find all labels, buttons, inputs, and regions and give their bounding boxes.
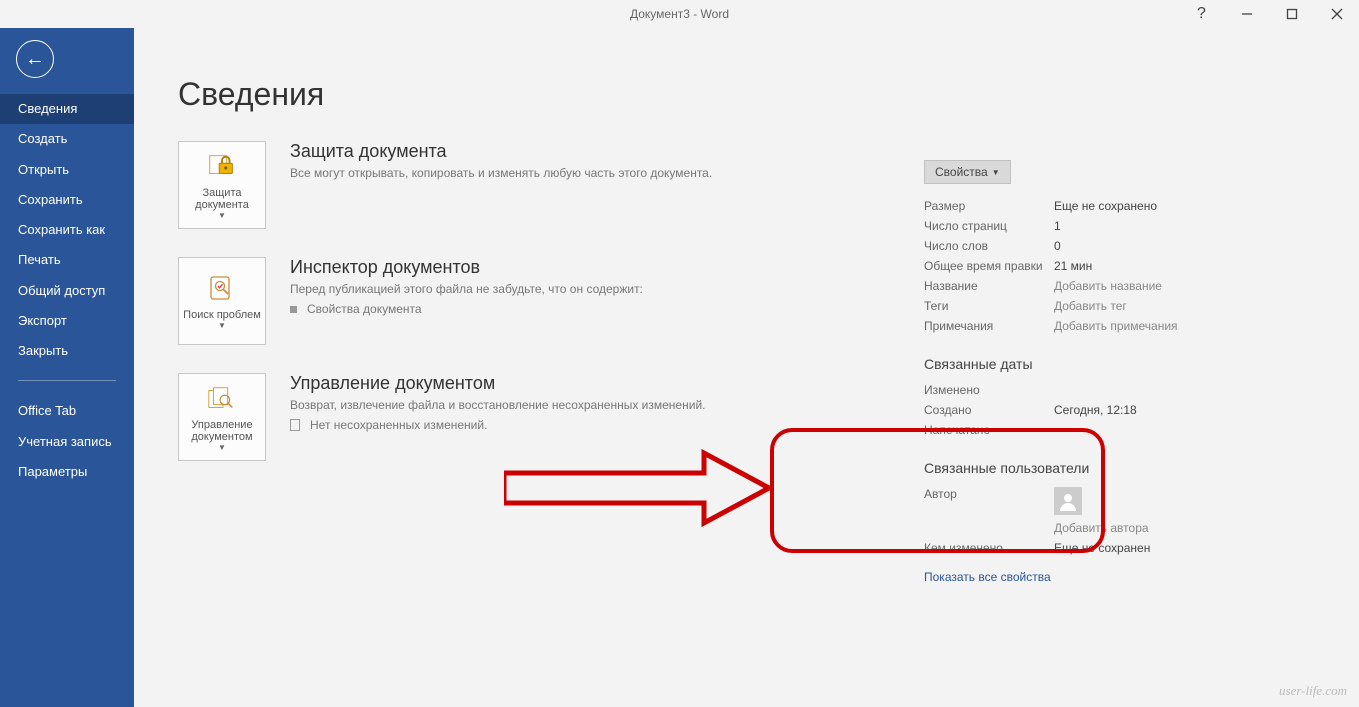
protect-title: Защита документа <box>290 141 770 162</box>
manage-desc: Возврат, извлечение файла и восстановлен… <box>290 398 770 412</box>
sidebar-item-print[interactable]: Печать <box>0 245 134 275</box>
prop-author-label: Автор <box>924 487 1054 501</box>
sidebar-item-save[interactable]: Сохранить <box>0 185 134 215</box>
inspect-bullet: Свойства документа <box>290 302 770 316</box>
lock-shield-icon <box>206 151 238 183</box>
prop-tags-value[interactable]: Добавить тег <box>1054 299 1127 313</box>
prop-created-value: Сегодня, 12:18 <box>1054 403 1137 417</box>
prop-printed-label: Напечатано <box>924 423 1054 437</box>
prop-words-value: 0 <box>1054 239 1061 253</box>
related-dates-title: Связанные даты <box>924 356 1244 372</box>
manage-bullet: Нет несохраненных изменений. <box>290 418 770 432</box>
help-button[interactable]: ? <box>1179 0 1224 28</box>
sidebar-item-close[interactable]: Закрыть <box>0 336 134 366</box>
prop-title-label: Название <box>924 279 1054 293</box>
prop-comments-label: Примечания <box>924 319 1054 333</box>
related-people-title: Связанные пользователи <box>924 460 1244 476</box>
properties-dropdown[interactable]: Свойства ▼ <box>924 160 1011 184</box>
sidebar-item-export[interactable]: Экспорт <box>0 306 134 336</box>
prop-title-value[interactable]: Добавить название <box>1054 279 1162 293</box>
prop-pages-label: Число страниц <box>924 219 1054 233</box>
tile-label: Управление документом <box>183 419 261 443</box>
properties-panel: Свойства ▼ РазмерЕще не сохранено Число … <box>924 160 1244 584</box>
prop-lastmodby-value: Еще не сохранен <box>1054 541 1150 555</box>
prop-pages-value: 1 <box>1054 219 1061 233</box>
prop-size-label: Размер <box>924 199 1054 213</box>
backstage-sidebar: ← Сведения Создать Открыть Сохранить Сох… <box>0 28 134 707</box>
chevron-down-icon: ▼ <box>218 321 226 330</box>
chevron-down-icon: ▼ <box>218 211 226 220</box>
prop-created-label: Создано <box>924 403 1054 417</box>
sidebar-item-officetab[interactable]: Office Tab <box>0 396 134 426</box>
sidebar-item-saveas[interactable]: Сохранить как <box>0 215 134 245</box>
watermark-text: user-life.com <box>1279 683 1347 699</box>
protect-desc: Все могут открывать, копировать и изменя… <box>290 166 770 180</box>
avatar-placeholder-icon <box>1054 487 1082 515</box>
inspect-desc: Перед публикацией этого файла не забудьт… <box>290 282 770 296</box>
prop-lastmodby-label: Кем изменено <box>924 541 1054 555</box>
protect-document-button[interactable]: Защита документа ▼ <box>178 141 266 229</box>
sidebar-item-open[interactable]: Открыть <box>0 155 134 185</box>
minimize-button[interactable] <box>1224 0 1269 28</box>
show-all-properties-link[interactable]: Показать все свойства <box>924 570 1244 584</box>
prop-tags-label: Теги <box>924 299 1054 313</box>
sidebar-item-share[interactable]: Общий доступ <box>0 276 134 306</box>
prop-size-value: Еще не сохранено <box>1054 199 1157 213</box>
check-issues-button[interactable]: Поиск проблем ▼ <box>178 257 266 345</box>
inspect-icon <box>206 273 238 305</box>
window-title: Документ3 - Word <box>630 7 729 21</box>
title-bar: Документ3 - Word ? <box>0 0 1359 28</box>
sidebar-item-options[interactable]: Параметры <box>0 457 134 487</box>
close-button[interactable] <box>1314 0 1359 28</box>
add-author-link[interactable]: Добавить автора <box>1054 521 1149 535</box>
sidebar-item-info[interactable]: Сведения <box>0 94 134 124</box>
arrow-left-icon: ← <box>25 49 45 69</box>
chevron-down-icon: ▼ <box>992 168 1000 177</box>
page-title: Сведения <box>178 76 1315 113</box>
document-small-icon <box>290 419 300 431</box>
square-bullet-icon <box>290 306 297 313</box>
tile-label: Поиск проблем <box>183 309 261 321</box>
prop-author-value <box>1054 487 1082 515</box>
versions-icon <box>206 383 238 415</box>
maximize-button[interactable] <box>1269 0 1314 28</box>
back-button[interactable]: ← <box>16 40 54 78</box>
inspect-title: Инспектор документов <box>290 257 770 278</box>
manage-document-button[interactable]: Управление документом ▼ <box>178 373 266 461</box>
content-area: Сведения Защита документа ▼ Защита докум… <box>134 28 1359 707</box>
prop-edittime-label: Общее время правки <box>924 259 1054 273</box>
tile-label: Защита документа <box>183 187 261 211</box>
prop-modified-label: Изменено <box>924 383 1054 397</box>
sidebar-item-account[interactable]: Учетная запись <box>0 427 134 457</box>
prop-words-label: Число слов <box>924 239 1054 253</box>
manage-title: Управление документом <box>290 373 770 394</box>
chevron-down-icon: ▼ <box>218 443 226 452</box>
prop-comments-value[interactable]: Добавить примечания <box>1054 319 1178 333</box>
sidebar-item-new[interactable]: Создать <box>0 124 134 154</box>
prop-edittime-value: 21 мин <box>1054 259 1092 273</box>
